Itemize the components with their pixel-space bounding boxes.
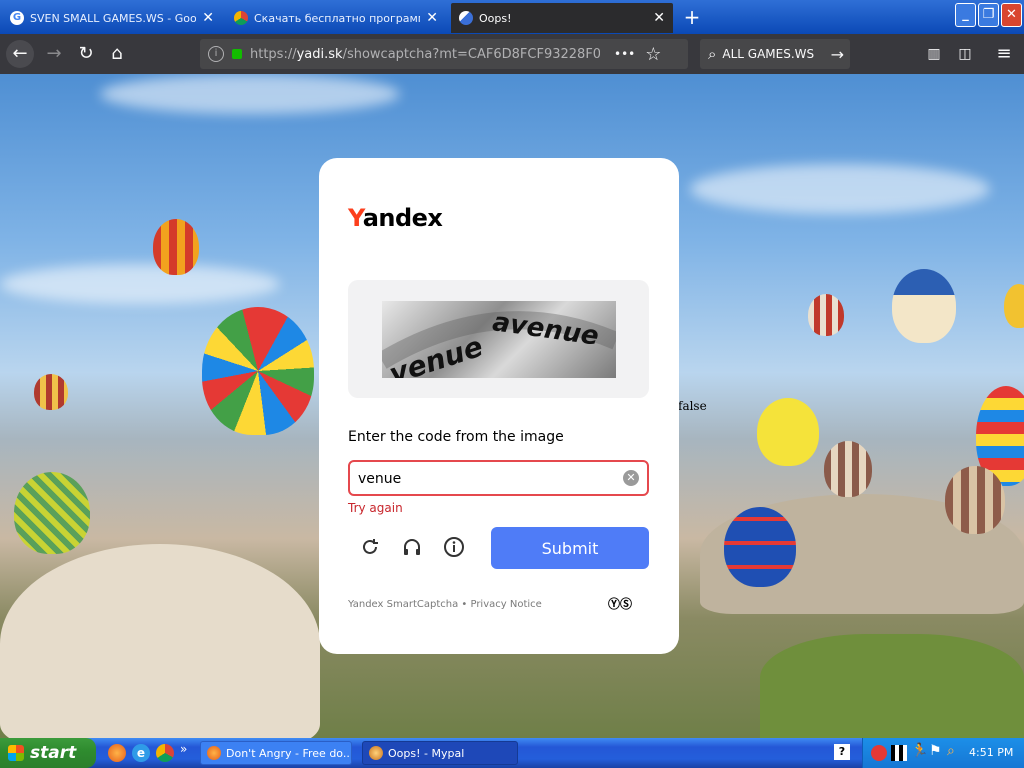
sidebar-icon[interactable]: ◫ (951, 40, 979, 68)
page-actions-icon[interactable]: ••• (614, 47, 635, 61)
reload-button[interactable]: ↻ (72, 40, 100, 68)
tray-runner-icon[interactable]: 🏃 (911, 743, 928, 759)
yandex-logo: Yandex (348, 204, 443, 232)
cloud (100, 74, 400, 114)
navigation-bar: ← → ↻ ⌂ i https://yadi.sk/showcaptcha?mt… (0, 34, 1024, 74)
library-icon[interactable]: ▥ (920, 40, 948, 68)
smartcaptcha-logo-icon: ⓎⓈ (608, 597, 633, 611)
start-button[interactable]: start (0, 738, 96, 768)
close-icon[interactable]: ✕ (653, 10, 665, 26)
close-icon[interactable]: ✕ (426, 10, 438, 26)
stray-text: false (678, 399, 707, 413)
hot-air-balloon (892, 269, 956, 343)
quicklaunch-chevron-icon[interactable]: » (180, 742, 187, 756)
lock-icon (232, 49, 242, 59)
audio-headphones-icon[interactable] (401, 536, 427, 562)
tray-security-icon[interactable] (871, 745, 887, 761)
captcha-image: venue avenue (382, 301, 616, 378)
url-path: /showcaptcha?mt=CAF6D8FCF93228F0EC4F8 (342, 46, 600, 62)
minimize-button[interactable]: _ (955, 3, 976, 27)
search-icon: ⌕ (708, 45, 717, 63)
mypal-icon (369, 746, 383, 760)
captcha-card: Yandex venue avenue Enter the code from … (319, 158, 679, 654)
start-label: start (30, 743, 77, 763)
tab-oops[interactable]: Oops! ✕ (451, 3, 673, 33)
search-go-icon[interactable]: → (831, 45, 844, 64)
logo-y: Y (348, 204, 363, 232)
info-icon[interactable] (443, 536, 469, 562)
hot-air-balloon (202, 307, 314, 435)
chrome-icon (234, 11, 248, 25)
chrome-icon[interactable] (156, 744, 174, 762)
captcha-word-2: avenue (491, 307, 601, 352)
google-icon: G (10, 11, 24, 25)
clock[interactable]: 4:51 PM (969, 746, 1013, 759)
url-prefix: https:// (250, 46, 297, 62)
new-tab-button[interactable]: + (680, 5, 704, 29)
landscape-rocks (0, 544, 320, 738)
browser-tab-bar: G SVEN SMALL GAMES.WS - Google ✕ Скачать… (0, 0, 1024, 34)
maximize-button[interactable]: ❐ (978, 3, 999, 27)
tab-title: Скачать бесплатно программы (254, 11, 421, 25)
clear-input-icon[interactable]: ✕ (623, 470, 639, 486)
taskbar-item-dont-angry[interactable]: Don't Angry - Free do... (200, 741, 352, 765)
internet-explorer-icon[interactable]: e (132, 744, 150, 762)
menu-icon[interactable]: ≡ (990, 40, 1018, 68)
refresh-icon[interactable] (359, 536, 385, 562)
hot-air-balloon (1004, 284, 1024, 328)
captcha-input-wrapper: ✕ (348, 460, 649, 496)
cloud (0, 264, 280, 304)
captcha-footer[interactable]: Yandex SmartCaptcha • Privacy Notice (348, 599, 542, 610)
system-tray: 🏃 ⚑ ⌕ 4:51 PM (862, 738, 1024, 768)
hot-air-balloon (945, 466, 1005, 534)
tab-download-programs[interactable]: Скачать бесплатно программы ✕ (226, 3, 446, 33)
logo-rest: andex (362, 204, 443, 232)
page-background: false Yandex venue avenue Enter the code… (0, 74, 1024, 738)
tray-checker-icon[interactable] (891, 745, 907, 761)
error-message: Try again (348, 501, 403, 515)
url-bar[interactable]: i https://yadi.sk/showcaptcha?mt=CAF6D8F… (200, 39, 688, 69)
captcha-prompt: Enter the code from the image (348, 429, 564, 445)
taskbar: start e » Don't Angry - Free do... Oops!… (0, 738, 1024, 768)
cloud (690, 164, 990, 214)
hot-air-balloon (14, 472, 90, 554)
forward-button[interactable]: → (40, 40, 68, 68)
tab-sven-games[interactable]: G SVEN SMALL GAMES.WS - Google ✕ (2, 3, 222, 33)
tray-flag-icon[interactable]: ⚑ (929, 743, 942, 759)
tray-search-icon[interactable]: ⌕ (947, 743, 955, 759)
firefox-icon[interactable] (108, 744, 126, 762)
home-button[interactable]: ⌂ (103, 40, 131, 68)
hot-air-balloon (757, 398, 819, 466)
tab-title: SVEN SMALL GAMES.WS - Google (30, 11, 197, 25)
firefox-icon (207, 746, 221, 760)
hot-air-balloon (824, 441, 872, 497)
bookmark-star-icon[interactable]: ☆ (645, 44, 661, 65)
windows-logo-icon (8, 745, 24, 761)
back-button[interactable]: ← (6, 40, 34, 68)
captcha-image-container: venue avenue (348, 280, 649, 398)
taskbar-item-oops-mypal[interactable]: Oops! - Mypal (362, 741, 518, 765)
url-text[interactable]: https://yadi.sk/showcaptcha?mt=CAF6D8FCF… (250, 47, 600, 62)
task-label: Don't Angry - Free do... (226, 746, 352, 760)
tab-title: Oops! (479, 11, 512, 25)
url-domain: yadi.sk (296, 46, 343, 62)
help-icon[interactable]: ? (834, 744, 850, 760)
hot-air-balloon (724, 507, 796, 587)
task-label: Oops! - Mypal (388, 746, 465, 760)
page-favicon (459, 11, 473, 25)
hot-air-balloon (34, 374, 68, 410)
close-icon[interactable]: ✕ (202, 10, 214, 26)
hot-air-balloon (153, 219, 199, 275)
window-close-button[interactable]: ✕ (1001, 3, 1022, 27)
captcha-input[interactable] (358, 468, 618, 490)
search-bar[interactable]: ⌕ ALL GAMES.WS → (700, 39, 850, 69)
landscape-trees (760, 634, 1024, 738)
hot-air-balloon (808, 294, 844, 336)
submit-button[interactable]: Submit (491, 527, 649, 569)
info-icon[interactable]: i (208, 46, 224, 62)
search-text: ALL GAMES.WS (722, 47, 815, 61)
